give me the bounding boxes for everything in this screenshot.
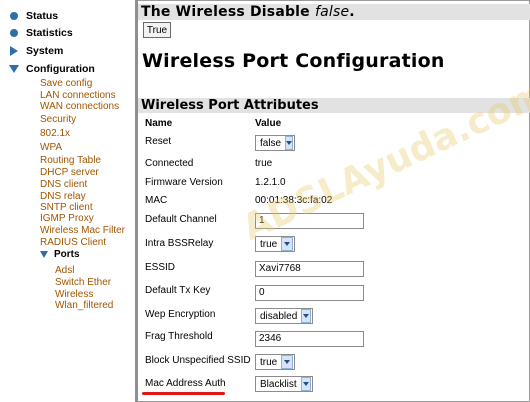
- block-ssid-select[interactable]: true: [255, 354, 295, 370]
- essid-label: ESSID: [145, 262, 176, 273]
- triangle-right-icon: [8, 46, 20, 56]
- column-header-name: Name: [145, 118, 173, 129]
- chevron-down-icon[interactable]: [300, 377, 311, 391]
- wep-encryption-label: Wep Encryption: [145, 309, 216, 320]
- default-tx-key-label: Default Tx Key: [145, 285, 211, 296]
- default-tx-key-input[interactable]: 0: [255, 285, 364, 301]
- triangle-down-icon: [8, 65, 20, 73]
- firmware-label: Firmware Version: [145, 177, 223, 188]
- chevron-down-icon[interactable]: [301, 309, 311, 323]
- bullet-icon: [8, 29, 20, 37]
- disable-value: false: [314, 4, 350, 20]
- chevron-down-icon[interactable]: [281, 237, 293, 251]
- nav-port-wlan-filtered[interactable]: Wlan_filtered: [55, 300, 113, 312]
- firmware-value: 1.2.1.0: [255, 177, 286, 188]
- nav-statistics[interactable]: Statistics: [8, 26, 73, 40]
- nav-port-adsl[interactable]: Adsl: [55, 265, 74, 277]
- main-content: The Wireless Disable false. True Wireles…: [138, 0, 530, 402]
- nav-8021x[interactable]: 802.1x: [40, 128, 70, 140]
- triangle-down-icon: [40, 251, 48, 258]
- wep-encryption-select[interactable]: disabled: [255, 308, 313, 324]
- block-ssid-select-value: true: [260, 356, 278, 368]
- intra-bss-relay-label: Intra BSSRelay: [145, 238, 214, 249]
- block-ssid-label: Block Unspecified SSID: [145, 355, 251, 366]
- wireless-disable-status: The Wireless Disable false.: [141, 4, 355, 20]
- nav-wpa[interactable]: WPA: [40, 142, 62, 154]
- reset-label: Reset: [145, 136, 172, 147]
- mac-value: 00:01:38:3c:fa:02: [255, 195, 333, 206]
- nav-system[interactable]: System: [8, 44, 63, 58]
- nav-port-switch-ether[interactable]: Switch Ether: [55, 277, 111, 289]
- mac-address-auth-select-value: Blacklist: [260, 378, 297, 390]
- sidebar: Status Statistics System Configuration S…: [0, 0, 136, 402]
- nav-radius-client[interactable]: RADIUS Client: [40, 237, 106, 249]
- mac-address-auth-select[interactable]: Blacklist: [255, 376, 313, 392]
- nav-wan-connections[interactable]: WAN connections: [40, 101, 119, 113]
- chevron-down-icon[interactable]: [285, 136, 294, 150]
- mac-address-auth-label: Mac Address Auth: [145, 378, 226, 389]
- default-channel-input[interactable]: 1: [255, 213, 364, 229]
- reset-select[interactable]: false: [255, 135, 295, 151]
- page-title: Wireless Port Configuration: [142, 50, 445, 72]
- nav-ports[interactable]: Ports: [40, 249, 80, 260]
- default-channel-label: Default Channel: [145, 214, 217, 225]
- nav-configuration[interactable]: Configuration: [8, 62, 95, 76]
- nav-ports-label[interactable]: Ports: [54, 249, 80, 260]
- connected-value: true: [255, 158, 273, 169]
- chevron-down-icon[interactable]: [281, 355, 293, 369]
- connected-label: Connected: [145, 158, 194, 169]
- bullet-icon: [8, 12, 20, 20]
- nav-dhcp-server[interactable]: DHCP server: [40, 167, 99, 179]
- frag-threshold-label: Frag Threshold: [145, 331, 213, 342]
- wep-encryption-select-value: disabled: [260, 310, 298, 322]
- disable-suffix: .: [349, 4, 355, 20]
- nav-igmp-proxy[interactable]: IGMP Proxy: [40, 213, 94, 225]
- nav-status[interactable]: Status: [8, 9, 58, 23]
- attributes-section-title: Wireless Port Attributes: [141, 98, 319, 113]
- red-highlight-underline: [142, 392, 225, 395]
- nav-status-label[interactable]: Status: [26, 10, 58, 22]
- nav-save-config[interactable]: Save config: [40, 78, 92, 90]
- nav-security[interactable]: Security: [40, 114, 76, 126]
- nav-system-label[interactable]: System: [26, 45, 63, 57]
- nav-wireless-mac-filter[interactable]: Wireless Mac Filter: [40, 225, 125, 237]
- frag-threshold-input[interactable]: 2346: [255, 331, 364, 347]
- column-header-value: Value: [255, 118, 282, 129]
- set-true-button[interactable]: True: [143, 22, 171, 38]
- intra-bss-relay-select-value: true: [260, 238, 278, 250]
- intra-bss-relay-select[interactable]: true: [255, 236, 295, 252]
- nav-routing-table[interactable]: Routing Table: [40, 155, 101, 167]
- nav-statistics-label[interactable]: Statistics: [26, 27, 73, 39]
- nav-configuration-label[interactable]: Configuration: [26, 63, 95, 75]
- nav-dns-client[interactable]: DNS client: [40, 179, 87, 191]
- mac-label: MAC: [145, 195, 168, 206]
- reset-select-value: false: [260, 137, 282, 149]
- essid-input[interactable]: Xavi7768: [255, 261, 364, 277]
- disable-prefix: The Wireless Disable: [141, 4, 315, 20]
